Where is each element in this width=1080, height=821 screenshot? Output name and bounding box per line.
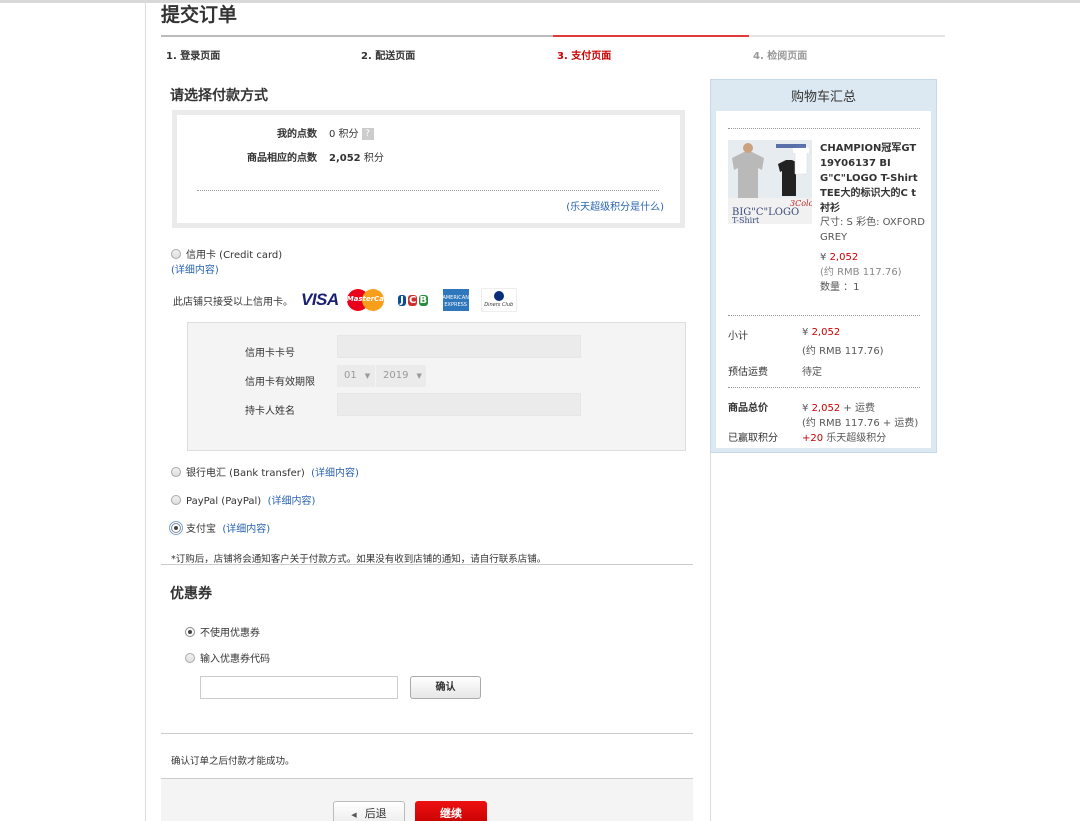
step-review: 4. 检阅页面 <box>753 51 808 62</box>
product-price: ¥ 2,052 <box>820 252 859 263</box>
visa-logo-icon: VISA <box>301 290 339 309</box>
alipay-detail-link[interactable]: (详细内容) <box>222 524 270 535</box>
product-points-value: 2,052 积分 <box>329 153 384 164</box>
card-number-input[interactable] <box>337 335 581 358</box>
step-login: 1. 登录页面 <box>166 51 221 62</box>
expiry-month-select[interactable]: 01 ▼ <box>337 365 375 387</box>
total-label: 商品总价 <box>728 403 768 414</box>
coupon-code-radio[interactable] <box>185 653 195 663</box>
cart-content: 3Color BIG"C"LOGO T-Shirt CHAMPION冠军GT19… <box>716 111 931 448</box>
mastercard-logo-icon: MasterCard <box>346 289 392 311</box>
my-points-label: 我的点数 <box>277 129 317 140</box>
continue-button[interactable]: 继续 <box>415 801 487 821</box>
card-holder-input[interactable] <box>337 393 581 416</box>
future-step-indicator <box>749 35 945 37</box>
coupon-option-none[interactable]: 不使用优惠券 <box>185 624 260 639</box>
product-price-rmb: (约 RMB 117.76) <box>820 267 902 278</box>
left-page-border <box>145 0 146 821</box>
shipping-value: 待定 <box>802 367 822 378</box>
total-value: ¥ 2,052 + 运费 <box>802 403 875 414</box>
earned-points-label: 已赢取积分 <box>728 433 778 444</box>
step-payment: 3. 支付页面 <box>557 51 612 62</box>
step-shipping: 2. 配送页面 <box>361 51 416 62</box>
cart-divider <box>728 128 920 129</box>
amex-logo-icon: AMERICAN EXPRESS <box>442 289 469 311</box>
points-box: 我的点数 0 积分? 商品相应的点数 2,052 积分 (乐天超级积分是什么) <box>172 110 685 228</box>
coupon-code-input[interactable] <box>200 676 398 699</box>
subtotal-rmb: (约 RMB 117.76) <box>802 346 884 357</box>
coupon-section-title: 优惠券 <box>170 586 212 602</box>
expiry-year-select[interactable]: 2019 ▼ <box>376 365 426 387</box>
product-quantity: 数量 ：1 <box>820 282 860 293</box>
section-divider <box>161 733 693 734</box>
payment-option-credit-card[interactable]: 信用卡 (Credit card) <box>171 246 282 261</box>
cart-summary: 购物车汇总 3Color BIG"C"LOGO T-Shirt CHAMPION… <box>710 79 937 453</box>
credit-card-radio[interactable] <box>171 249 181 259</box>
jcb-logo-icon: JCB <box>397 289 429 311</box>
what-are-points-link[interactable]: (乐天超级积分是什么) <box>566 198 664 213</box>
product-points-label: 商品相应的点数 <box>247 153 317 164</box>
paypal-detail-link[interactable]: (详细内容) <box>268 496 316 507</box>
total-rmb: (约 RMB 117.76 + 运费) <box>802 418 919 429</box>
coupon-option-code[interactable]: 输入优惠券代码 <box>185 650 270 665</box>
footer-actions: ◀ 后退 继续 <box>161 778 693 821</box>
points-divider <box>197 190 659 191</box>
alipay-radio[interactable] <box>169 521 183 535</box>
svg-text:T-Shirt: T-Shirt <box>732 216 760 224</box>
shipping-label: 预估运费 <box>728 367 768 378</box>
subtotal-label: 小计 <box>728 331 748 342</box>
accepted-cards-row: 此店铺只接受以上信用卡。 VISA MasterCard JCB AMERICA… <box>173 288 517 312</box>
subtotal-value: ¥ 2,052 <box>802 327 841 338</box>
confirm-order-note: 确认订单之后付款才能成功。 <box>171 756 295 767</box>
back-button[interactable]: ◀ 后退 <box>333 801 405 821</box>
section-divider <box>161 564 693 565</box>
credit-card-form: 信用卡卡号 信用卡有效期限 01 ▼ 2019 ▼ 持卡人姓名 <box>187 322 686 451</box>
payment-note: *订购后，店铺将会通知客户关于付款方式。如果没有收到店铺的通知，请自行联系店铺。 <box>171 554 547 565</box>
cart-divider <box>728 387 920 388</box>
my-points-value: 0 积分? <box>329 125 374 140</box>
cart-title: 购物车汇总 <box>790 90 856 105</box>
sidebar-divider <box>710 450 711 821</box>
chevron-down-icon: ▼ <box>416 372 422 380</box>
accepted-cards-text: 此店铺只接受以上信用卡。 <box>173 296 293 308</box>
payment-option-paypal[interactable]: PayPal (PayPal) (详细内容) <box>171 492 315 507</box>
active-step-indicator <box>553 35 749 37</box>
bank-transfer-detail-link[interactable]: (详细内容) <box>311 468 359 479</box>
product-name-link[interactable]: CHAMPION冠军GT19Y06137 BIG"C"LOGO T-Shirt … <box>820 141 920 216</box>
question-mark-icon[interactable]: ? <box>361 128 374 140</box>
earned-points-value: +20 乐天超级积分 <box>802 433 887 444</box>
payment-section-title: 请选择付款方式 <box>170 88 268 104</box>
coupon-confirm-button[interactable]: 确认 <box>410 676 481 699</box>
triangle-left-icon: ◀ <box>351 811 357 819</box>
page-title: 提交订单 <box>161 4 238 26</box>
credit-card-detail-link[interactable]: (详细内容) <box>171 261 219 276</box>
payment-option-alipay[interactable]: 支付宝 (详细内容) <box>169 520 270 535</box>
payment-option-bank-transfer[interactable]: 银行电汇 (Bank transfer) (详细内容) <box>171 464 359 479</box>
tshirt-image-icon: 3Color BIG"C"LOGO T-Shirt <box>728 140 812 224</box>
checkout-steps: 1. 登录页面 2. 配送页面 3. 支付页面 4. 检阅页面 <box>161 35 945 65</box>
card-number-label: 信用卡卡号 <box>245 348 295 359</box>
card-holder-label: 持卡人姓名 <box>245 406 295 417</box>
diners-club-logo-icon: Diners Club <box>480 288 517 312</box>
product-size-color: 尺寸: S 彩色: OXFORD GREY <box>820 217 925 243</box>
product-image[interactable]: 3Color BIG"C"LOGO T-Shirt <box>728 140 812 224</box>
paypal-radio[interactable] <box>171 495 181 505</box>
expiry-label: 信用卡有效期限 <box>245 377 315 388</box>
cart-divider <box>728 315 920 316</box>
bank-transfer-radio[interactable] <box>171 467 181 477</box>
no-coupon-radio[interactable] <box>185 627 195 637</box>
chevron-down-icon: ▼ <box>364 372 371 380</box>
